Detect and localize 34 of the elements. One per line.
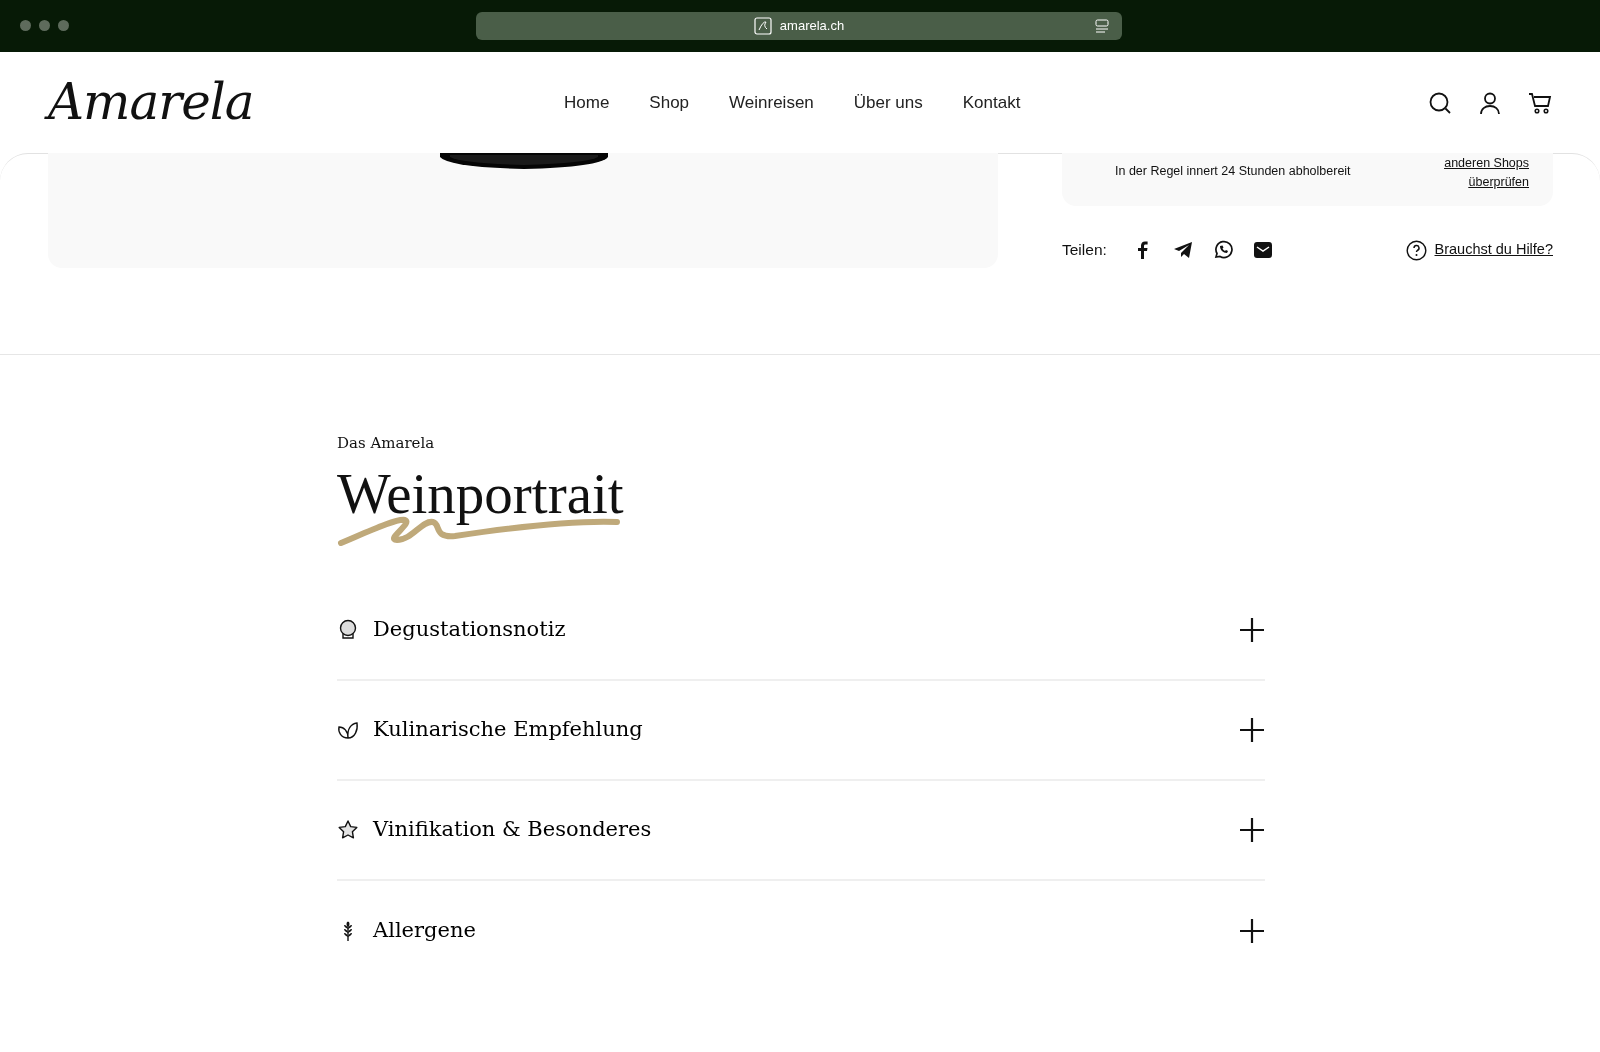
favicon-icon — [753, 17, 772, 35]
telegram-icon[interactable] — [1172, 240, 1193, 260]
accordion-header[interactable]: Degustationsnotiz — [373, 613, 566, 646]
section-kicker: Das Amarela — [337, 433, 436, 454]
pickup-note: In der Regel innert 24 Stunden abholbereit — [1115, 163, 1351, 180]
whatsapp-icon[interactable] — [1212, 240, 1233, 260]
window-zoom-icon[interactable] — [58, 20, 69, 31]
accordion-header[interactable]: Kulinarische Empfehlung — [373, 713, 643, 746]
star-icon — [337, 818, 359, 841]
window-close-icon[interactable] — [20, 20, 31, 31]
glass-icon — [337, 618, 359, 641]
plus-icon[interactable] — [1239, 616, 1265, 643]
user-icon[interactable] — [1478, 90, 1502, 115]
address-bar[interactable]: amarela.ch — [476, 12, 1122, 40]
nav-link[interactable]: Über uns — [853, 89, 923, 116]
check-other-shops-link[interactable]: anderen Shops überprüfen — [1444, 154, 1529, 192]
accordion-header[interactable]: Vinifikation & Besonderes — [373, 813, 652, 846]
nav-link[interactable]: Weinreisen — [729, 89, 814, 116]
reader-icon[interactable] — [1094, 18, 1110, 34]
help-icon — [1405, 239, 1427, 261]
search-icon[interactable] — [1428, 90, 1452, 115]
accordion-header[interactable]: Allergene — [373, 914, 476, 947]
window-minimize-icon[interactable] — [39, 20, 50, 31]
email-icon[interactable] — [1252, 240, 1273, 260]
url-text: amarela.ch — [779, 17, 845, 36]
plus-icon[interactable] — [1239, 917, 1265, 944]
plus-icon[interactable] — [1239, 816, 1265, 843]
nav-link[interactable]: Kontakt — [962, 89, 1021, 116]
plus-icon[interactable] — [1239, 716, 1265, 743]
help-link[interactable]: Brauchst du Hilfe? — [1434, 239, 1553, 261]
cart-icon[interactable] — [1528, 90, 1552, 115]
nav-link[interactable]: Home — [564, 89, 610, 116]
nav-link[interactable]: Shop — [649, 89, 690, 116]
share-label: Teilen: — [1062, 240, 1107, 261]
